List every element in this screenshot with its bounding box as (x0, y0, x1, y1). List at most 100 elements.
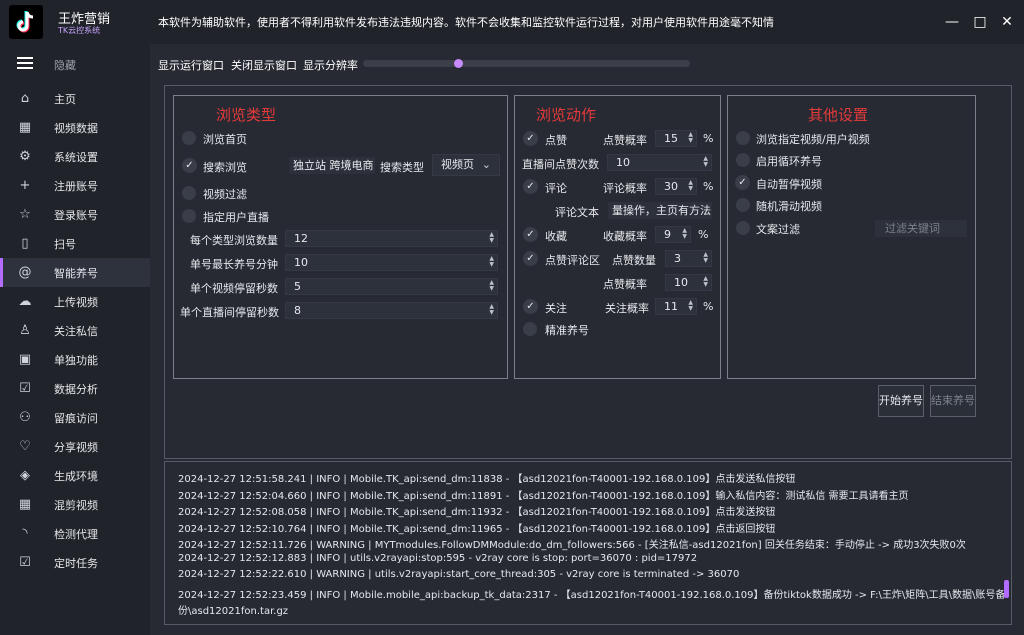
sidebar-item-label: 数据分析 (54, 382, 98, 396)
sidebar-item-label: 分享视频 (54, 440, 98, 454)
like-comment-checkbox[interactable]: ✓ (523, 251, 538, 266)
max-minutes-input[interactable]: 10 ▲ ▼ (285, 254, 498, 271)
sidebar-item-8[interactable]: ♙ 关注私信 (0, 316, 150, 345)
log-line: 2024-12-27 12:52:10.764 | INFO | Mobile.… (178, 523, 776, 535)
resolution-label: 显示分辨率 (303, 59, 358, 72)
sidebar-item-label: 定时任务 (54, 556, 98, 570)
search-keyword-input[interactable]: 独立站 跨境电商 (289, 157, 375, 174)
show-run-window-button[interactable]: 显示运行窗口 (158, 57, 224, 73)
home-icon: ⌂ (20, 91, 30, 106)
browse-home-radio[interactable] (182, 131, 196, 145)
comment-label: 评论 (545, 182, 567, 195)
favorite-checkbox[interactable]: ✓ (523, 227, 538, 242)
log-panel[interactable]: 2024-12-27 12:51:58.241 | INFO | Mobile.… (164, 461, 1012, 625)
film-icon: ▦ (18, 120, 32, 135)
browse-type-title: 浏览类型 (216, 106, 277, 124)
follow-rate-percent: % (703, 300, 714, 313)
filter-keyword-input[interactable]: 过滤关键词 (875, 220, 967, 237)
sidebar-item-6[interactable]: @ 智能养号 (0, 258, 150, 287)
like-rate-percent: % (703, 132, 714, 145)
minimize-button[interactable]: — (942, 12, 962, 32)
task-icon: ☑ (19, 555, 31, 570)
like-label: 点赞 (545, 134, 567, 147)
users-icon: ⚇ (19, 410, 31, 425)
auto-pause-label: 自动暂停视频 (756, 178, 822, 191)
stop-button[interactable]: 结束养号 (930, 385, 976, 417)
sidebar-item-12[interactable]: ♡ 分享视频 (0, 432, 150, 461)
log-line: 2024-12-27 12:52:04.660 | INFO | Mobile.… (178, 490, 909, 502)
sidebar-item-11[interactable]: ⚇ 留痕访问 (0, 403, 150, 432)
comment-rate-input[interactable]: 30 ▲ ▼ (655, 178, 697, 195)
precise-radio[interactable] (523, 322, 537, 336)
like-rate2-input[interactable]: 10 ▲ ▼ (665, 274, 712, 291)
nk-icon: ▣ (18, 352, 32, 367)
comment-checkbox[interactable]: ✓ (523, 179, 538, 194)
auto-pause-checkbox[interactable]: ✓ (735, 175, 750, 190)
rss-icon: ◝ (22, 526, 28, 541)
resolution-slider[interactable] (363, 59, 690, 68)
sidebar-item-9[interactable]: ▣ 单独功能 (0, 345, 150, 374)
text-filter-radio[interactable] (736, 221, 750, 235)
hide-run-window-button[interactable]: 关闭显示窗口 (231, 57, 297, 73)
favorite-rate-percent: % (698, 228, 709, 241)
upload-cloud-icon: ☁ (18, 294, 32, 309)
like-rate-label: 点赞概率 (603, 134, 647, 147)
sidebar-item-1[interactable]: ▦ 视频数据 (0, 113, 150, 142)
video-filter-radio[interactable] (182, 186, 196, 200)
resolution-slider-thumb[interactable] (453, 59, 463, 68)
specified-video-radio[interactable] (736, 131, 750, 145)
sidebar-item-5[interactable]: ▯ 扫号 (0, 229, 150, 258)
search-browse-checkbox[interactable]: ✓ (182, 158, 197, 173)
sidebar-item-label: 单独功能 (54, 353, 98, 367)
max-minutes-label: 单号最长养号分钟 (190, 258, 278, 271)
live-like-count-input[interactable]: 10 ▲ ▼ (607, 154, 712, 171)
like-checkbox[interactable]: ✓ (523, 131, 538, 146)
sidebar-item-label: 关注私信 (54, 324, 98, 338)
sidebar-item-label: 登录账号 (54, 208, 98, 222)
live-like-count-label: 直播间点赞次数 (522, 158, 599, 171)
live-stay-input[interactable]: 8 ▲ ▼ (285, 302, 498, 319)
precise-label: 精准养号 (545, 324, 589, 337)
comment-text-input[interactable]: 量操作，主页有方法 (608, 202, 712, 219)
browse-action-title: 浏览动作 (536, 106, 597, 124)
sidebar-header: 隐藏 (0, 44, 150, 84)
sidebar-item-15[interactable]: ◝ 检测代理 (0, 519, 150, 548)
video-filter-label: 视频过滤 (203, 188, 247, 201)
specified-live-label: 指定用户直播 (203, 211, 269, 224)
sidebar-item-4[interactable]: ☆ 登录账号 (0, 200, 150, 229)
type-browse-count-label: 每个类型浏览数量 (190, 234, 278, 247)
maximize-button[interactable]: □ (970, 12, 990, 32)
log-scrollbar[interactable] (1004, 580, 1009, 598)
sidebar-item-label: 主页 (54, 92, 76, 106)
random-swipe-radio[interactable] (736, 198, 750, 212)
start-button[interactable]: 开始养号 (878, 385, 924, 417)
chart-icon: ☑ (19, 381, 31, 396)
sidebar-item-2[interactable]: ⚙ 系统设置 (0, 142, 150, 171)
sidebar-item-0[interactable]: ⌂ 主页 (0, 84, 150, 113)
sidebar-item-3[interactable]: + 注册账号 (0, 171, 150, 200)
heart-icon: ♡ (19, 439, 31, 454)
loop-label: 启用循环养号 (756, 155, 822, 168)
sidebar-item-16[interactable]: ☑ 定时任务 (0, 548, 150, 577)
favorite-rate-input[interactable]: 9 ▲ ▼ (655, 226, 691, 243)
sidebar-item-label: 扫号 (54, 237, 76, 251)
menu-icon[interactable] (17, 57, 33, 69)
sidebar-item-7[interactable]: ☁ 上传视频 (0, 287, 150, 316)
sidebar-item-13[interactable]: ◈ 生成环境 (0, 461, 150, 490)
film-strip-icon: ▦ (18, 497, 32, 512)
like-comment-label: 点赞评论区 (545, 254, 600, 267)
follow-checkbox[interactable]: ✓ (523, 299, 538, 314)
type-browse-count-input[interactable]: 12 ▲ ▼ (285, 230, 498, 247)
log-line: 2024-12-27 12:52:23.459 | INFO | Mobile.… (178, 589, 1006, 601)
like-rate-input[interactable]: 15 ▲ ▼ (655, 130, 697, 147)
video-stay-input[interactable]: 5 ▲ ▼ (285, 278, 498, 295)
sidebar-item-14[interactable]: ▦ 混剪视频 (0, 490, 150, 519)
sidebar-item-10[interactable]: ☑ 数据分析 (0, 374, 150, 403)
hide-sidebar-label[interactable]: 隐藏 (54, 57, 76, 73)
search-type-select[interactable]: 视频页 ⌄ (432, 154, 500, 176)
specified-live-radio[interactable] (182, 209, 196, 223)
like-count-input[interactable]: 3 ▲ ▼ (665, 250, 712, 267)
close-button[interactable]: ✕ (997, 12, 1017, 32)
follow-rate-input[interactable]: 11 ▲ ▼ (655, 298, 697, 315)
loop-radio[interactable] (736, 153, 750, 167)
